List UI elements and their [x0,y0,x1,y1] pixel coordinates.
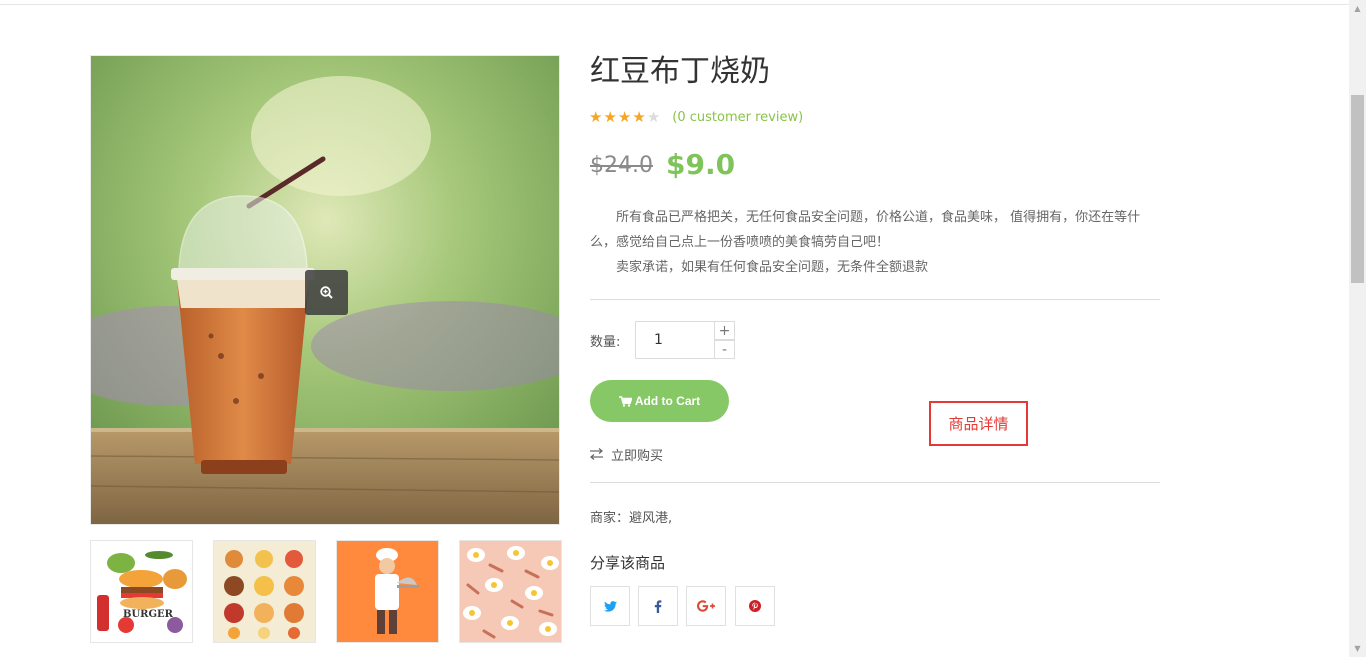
star-icon: ★ [617,107,632,126]
product-main-image[interactable] [90,55,560,525]
new-price: $9.0 [666,148,736,181]
zoom-button[interactable] [305,270,348,315]
add-to-cart-button[interactable]: Add to Cart [590,380,729,422]
share-pinterest-button[interactable] [735,586,775,626]
exchange-icon [590,448,603,460]
product-title: 红豆布丁烧奶 [590,54,770,89]
zoom-in-icon [320,286,333,299]
thumbnail-eggs[interactable] [459,540,562,643]
fried-eggs-pattern-image [460,541,561,642]
svg-text:BURGER: BURGER [123,609,174,620]
star-icon: ★ [603,107,617,126]
review-link[interactable]: (0 customer review) [672,110,803,125]
product-description: 所有食品已严格把关，无任何食品安全问题，价格公道，食品美味， 值得拥有，你还在等… [590,205,1165,280]
quantity-increase-button[interactable]: + [714,321,735,340]
old-price: $24.0 [590,153,653,178]
product-detail-button[interactable]: 商品详情 [929,401,1028,446]
header-divider [0,4,1349,5]
product-rating: ★ ★ ★ ★ ★ (0 customer review) [589,108,803,126]
twitter-icon [603,600,617,612]
thumbnail-burger[interactable]: BURGER [90,540,193,643]
scrollbar-thumb[interactable] [1351,95,1364,283]
facebook-icon [654,599,662,613]
thumbnail-chef[interactable] [336,540,439,643]
share-facebook-button[interactable] [638,586,678,626]
vertical-scrollbar[interactable]: ▲ ▼ [1349,0,1366,657]
google-plus-icon [697,600,715,612]
star-empty-icon: ★ [646,107,661,126]
star-icon: ★ [589,107,603,126]
quantity-input[interactable] [635,321,715,359]
dishes-plates-image [214,541,315,642]
chef-image [337,541,438,642]
section-divider [590,482,1160,483]
seller-info: 商家：避风港, [590,511,673,526]
pinterest-icon [749,600,761,612]
thumbnail-dishes[interactable] [213,540,316,643]
buy-now-label: 立即购买 [611,448,664,464]
add-to-cart-label: Add to Cart [634,394,701,408]
description-paragraph: 卖家承诺，如果有任何食品安全问题，无条件全额退款 [616,260,929,275]
scroll-up-arrow-icon[interactable]: ▲ [1349,0,1366,17]
star-icon: ★ [632,107,646,126]
section-divider [590,299,1160,300]
buy-now-link[interactable]: 立即购买 [590,444,663,464]
share-google-plus-button[interactable] [686,586,726,626]
share-title: 分享该商品 [590,554,666,572]
shopping-cart-icon [618,395,632,407]
quantity-label: 数量: [590,335,621,350]
share-twitter-button[interactable] [590,586,630,626]
description-paragraph: 所有食品已严格把关，无任何食品安全问题，价格公道，食品美味， 值得拥有，你还在等… [590,210,1141,250]
quantity-decrease-button[interactable]: - [714,340,735,359]
burger-ingredients-image: BURGER [91,541,192,642]
scroll-down-arrow-icon[interactable]: ▼ [1349,640,1366,657]
